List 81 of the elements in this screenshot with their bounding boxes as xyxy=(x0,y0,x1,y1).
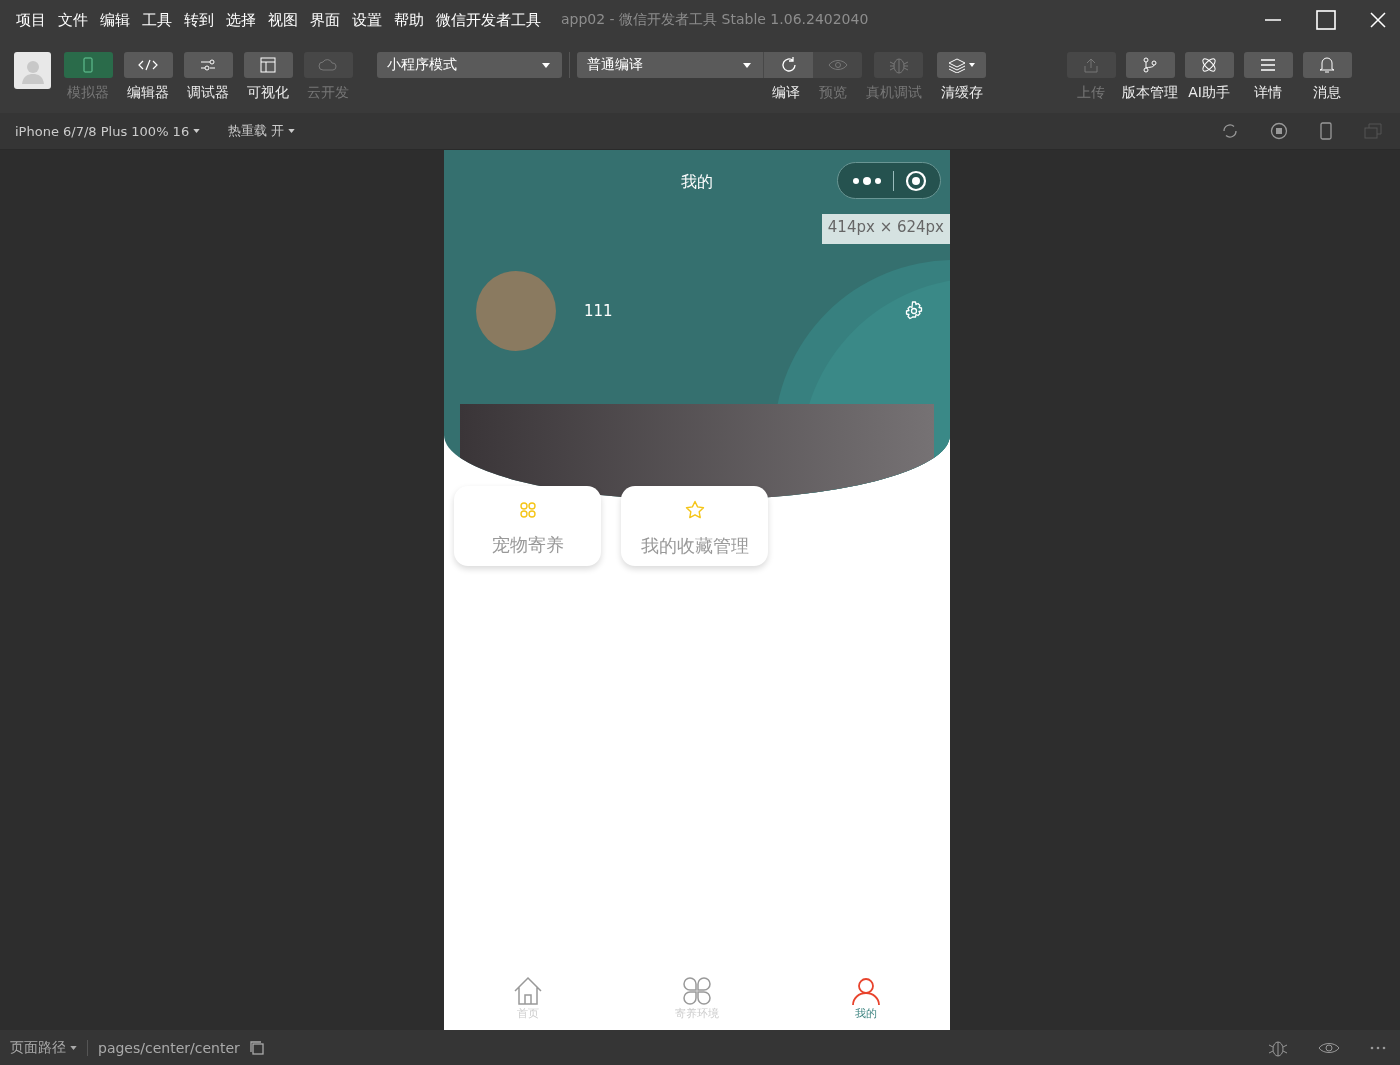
tab-bar-item[interactable]: 我的 xyxy=(825,976,906,1021)
toolbar-label: 预览 xyxy=(819,84,847,102)
toolbar-label: 清缓存 xyxy=(941,84,983,102)
hot-reload-select[interactable]: 热重载 开 xyxy=(228,122,296,140)
compile-select[interactable]: 普通编译 xyxy=(577,52,763,78)
menu-item[interactable]: 编辑 xyxy=(100,10,130,30)
bell-icon xyxy=(1319,56,1335,74)
toolbar-button[interactable] xyxy=(183,52,233,78)
toolbar-button[interactable] xyxy=(1302,52,1352,78)
maximize-icon[interactable] xyxy=(1316,10,1336,30)
caret-icon xyxy=(743,62,751,68)
menu-item[interactable]: 项目 xyxy=(16,10,46,30)
menu-item[interactable]: 界面 xyxy=(310,10,340,30)
eye-icon xyxy=(827,59,848,71)
page-path-select[interactable]: 页面路径 xyxy=(10,1038,77,1057)
size-tooltip: 414px × 624px xyxy=(821,214,950,244)
menu-icon xyxy=(1260,58,1276,72)
caret-icon xyxy=(542,62,550,68)
layout-icon xyxy=(260,57,276,73)
toolbar-label: 编辑器 xyxy=(127,84,169,102)
capsule-menu[interactable] xyxy=(837,162,941,199)
target-icon[interactable] xyxy=(904,169,927,192)
bug-icon[interactable] xyxy=(1268,1038,1288,1057)
page-path: pages/center/center xyxy=(98,1039,240,1056)
caret-icon xyxy=(70,1045,77,1050)
menu-item[interactable]: 工具 xyxy=(142,10,172,30)
toolbar-button[interactable] xyxy=(763,52,813,78)
close-icon[interactable] xyxy=(1370,12,1386,28)
more-icon[interactable] xyxy=(1370,1045,1386,1050)
toolbar-button[interactable] xyxy=(1125,52,1175,78)
bug-icon xyxy=(888,56,909,74)
caret-icon xyxy=(288,129,296,133)
phone-icon[interactable] xyxy=(1319,122,1333,140)
atom-icon xyxy=(1200,56,1218,74)
sliders-icon xyxy=(200,59,216,71)
page-title: 我的 xyxy=(681,171,713,193)
grid-icon xyxy=(518,501,537,519)
upload-icon xyxy=(1083,57,1099,73)
toolbar-button[interactable] xyxy=(1184,52,1234,78)
mode-select[interactable]: 小程序模式 xyxy=(377,52,562,78)
menu-item[interactable]: 帮助 xyxy=(394,10,424,30)
home-icon xyxy=(513,976,544,1006)
window-title: app02 - 微信开发者工具 Stable 1.06.2402040 xyxy=(561,11,869,29)
toolbar-button[interactable] xyxy=(243,52,293,78)
clover-icon xyxy=(682,976,712,1006)
toolbar-label: 模拟器 xyxy=(67,84,109,102)
settings-icon[interactable] xyxy=(904,301,924,321)
copy-icon[interactable] xyxy=(249,1040,264,1055)
toolbar-label: 可视化 xyxy=(247,84,289,102)
toolbar-label: 真机调试 xyxy=(866,84,922,102)
menu-item[interactable]: 微信开发者工具 xyxy=(436,10,541,30)
toolbar-label: 编译 xyxy=(772,84,800,102)
toolbar-label: 云开发 xyxy=(307,84,349,102)
menu-item[interactable]: 选择 xyxy=(226,10,256,30)
more-icon[interactable] xyxy=(851,175,882,186)
menu-item[interactable]: 设置 xyxy=(352,10,382,30)
toolbar-label: 调试器 xyxy=(187,84,229,102)
phone-icon xyxy=(81,57,95,73)
toolbar-button[interactable] xyxy=(1243,52,1293,78)
eye-icon[interactable] xyxy=(1318,1041,1340,1054)
cloud-icon xyxy=(318,58,338,72)
toolbar-button[interactable] xyxy=(937,52,986,78)
toolbar-label: 消息 xyxy=(1313,84,1341,102)
toolbar-label: AI助手 xyxy=(1188,84,1230,102)
star-icon xyxy=(684,500,705,520)
record-icon[interactable] xyxy=(1270,122,1288,140)
toolbar-label: 详情 xyxy=(1254,84,1282,102)
menu-item[interactable]: 视图 xyxy=(268,10,298,30)
layers-icon xyxy=(947,57,976,73)
menu-item[interactable]: 转到 xyxy=(184,10,214,30)
toolbar-label: 版本管理 xyxy=(1122,84,1178,102)
rotate-icon[interactable] xyxy=(1221,122,1239,140)
branch-icon xyxy=(1142,57,1158,73)
menu-item[interactable]: 文件 xyxy=(58,10,88,30)
refresh-icon xyxy=(779,56,798,74)
device-select[interactable]: iPhone 6/7/8 Plus 100% 16 xyxy=(15,123,201,139)
toolbar-button[interactable] xyxy=(123,52,173,78)
code-icon xyxy=(138,59,158,71)
person-icon xyxy=(850,976,881,1006)
user-name: 111 xyxy=(584,302,613,320)
caret-icon xyxy=(193,129,201,133)
